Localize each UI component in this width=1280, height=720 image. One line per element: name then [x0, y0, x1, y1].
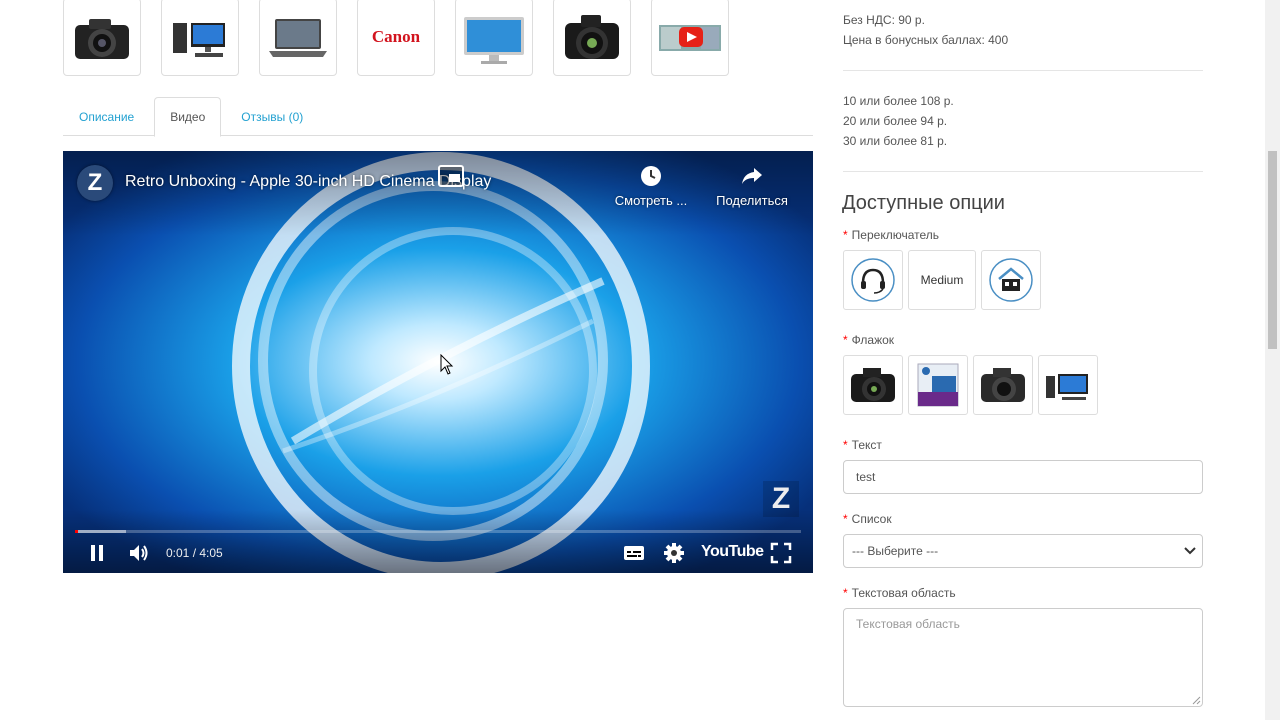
canon-logo: Canon	[371, 27, 421, 46]
desktop-computer-icon	[173, 23, 225, 57]
progress-played	[75, 530, 78, 533]
clock-icon	[641, 166, 661, 186]
page-scrollbar[interactable]	[1265, 0, 1280, 720]
desktop-computer-icon	[1046, 374, 1088, 400]
radio-option-medium[interactable]: Medium	[908, 250, 976, 310]
headset-icon	[851, 258, 895, 302]
volume-icon[interactable]	[127, 541, 151, 565]
textarea-label-text: Текстовая область	[851, 586, 956, 600]
laptop-icon	[269, 19, 327, 57]
discount-30: 30 или более 81 р.	[843, 134, 948, 148]
monitor-icon	[464, 17, 524, 64]
camera-icon	[851, 368, 895, 402]
checkbox-label-text: Флажок	[851, 333, 895, 347]
tab-reviews[interactable]: Отзывы (0)	[225, 97, 319, 136]
discount-10: 10 или более 108 р.	[843, 94, 954, 108]
select-label-text: Список	[851, 512, 892, 526]
subtitles-icon[interactable]	[622, 541, 646, 565]
thumbnail-desktop[interactable]	[161, 0, 239, 76]
list-select[interactable]: --- Выберите ---	[843, 534, 1203, 568]
textarea-field[interactable]: Текстовая область	[843, 608, 1203, 707]
discount-20: 20 или более 94 р.	[843, 114, 948, 128]
settings-gear-icon[interactable]	[662, 541, 686, 565]
channel-avatar[interactable]: Z	[77, 165, 113, 201]
price-bonus: Цена в бонусных баллах: 400	[843, 33, 1009, 47]
thumbnail-laptop[interactable]	[259, 0, 337, 76]
quantity-discounts: 10 или более 108 р. 20 или более 94 р. 3…	[843, 91, 1203, 151]
text-label: * Текст	[843, 438, 882, 452]
select-value: --- Выберите ---	[852, 544, 939, 558]
checkbox-options	[843, 355, 1098, 415]
divider	[843, 70, 1203, 71]
thumbnail-monitor[interactable]	[455, 0, 533, 76]
text-label-text: Текст	[851, 438, 882, 452]
radio-label: * Переключатель	[843, 228, 939, 242]
thumbnail-camera-pro[interactable]	[553, 0, 631, 76]
youtube-logo[interactable]: YouTube	[701, 543, 764, 561]
camera-icon	[981, 368, 1025, 402]
checkbox-option-camera[interactable]	[843, 355, 903, 415]
tab-video[interactable]: Видео	[154, 97, 222, 137]
hp-box-icon	[917, 363, 959, 407]
tab-description[interactable]: Описание	[63, 97, 150, 136]
text-input[interactable]: test	[843, 460, 1203, 494]
divider	[843, 171, 1203, 172]
watch-later-button[interactable]: Смотреть ...	[611, 165, 691, 208]
checkbox-option-desktop[interactable]	[1038, 355, 1098, 415]
camera-icon	[75, 19, 129, 59]
radio-option-headset[interactable]	[843, 250, 903, 310]
select-label: * Список	[843, 512, 892, 526]
mouse-cursor-icon	[440, 354, 454, 375]
share-button[interactable]: Поделиться	[711, 165, 793, 208]
share-icon	[742, 168, 762, 184]
resize-handle-icon[interactable]	[1191, 695, 1201, 705]
checkbox-label: * Флажок	[843, 333, 894, 347]
radio-label-text: Переключатель	[851, 228, 939, 242]
youtube-play-icon	[659, 25, 721, 51]
radio-option-home[interactable]	[981, 250, 1041, 310]
channel-watermark[interactable]: Z	[763, 481, 799, 517]
share-label: Поделиться	[716, 193, 788, 208]
required-mark: *	[843, 512, 848, 526]
thumbnail-camera[interactable]	[63, 0, 141, 76]
watch-later-label: Смотреть ...	[614, 193, 688, 208]
required-mark: *	[843, 333, 848, 347]
video-controls: 0:01 / 4:05 YouTube	[63, 536, 813, 572]
checkbox-option-camera-2[interactable]	[973, 355, 1033, 415]
chevron-down-icon	[1184, 547, 1196, 555]
textarea-label: * Текстовая область	[843, 586, 956, 600]
options-title: Доступные опции	[842, 192, 1005, 214]
price-no-vat: Без НДС: 90 р.	[843, 13, 925, 27]
required-mark: *	[843, 228, 848, 242]
video-time: 0:01 / 4:05	[166, 546, 223, 560]
required-mark: *	[843, 438, 848, 452]
home-icon	[989, 258, 1033, 302]
thumbnail-canon[interactable]: Canon	[357, 0, 435, 76]
video-player[interactable]: Z Retro Unboxing - Apple 30-inch HD Cine…	[63, 151, 813, 573]
thumbnail-youtube[interactable]	[651, 0, 729, 76]
pause-icon[interactable]	[85, 541, 109, 565]
video-frame	[63, 151, 813, 573]
checkbox-option-hp-box[interactable]	[908, 355, 968, 415]
scrollbar-thumb[interactable]	[1268, 151, 1277, 349]
progress-buffered	[75, 530, 126, 533]
product-info: Без НДС: 90 р. Цена в бонусных баллах: 4…	[843, 10, 1203, 50]
textarea-placeholder: Текстовая область	[856, 617, 960, 631]
required-mark: *	[843, 586, 848, 600]
product-tabs: Описание Видео Отзывы (0)	[63, 97, 813, 137]
camera-pro-icon	[565, 15, 619, 59]
fullscreen-icon[interactable]	[769, 541, 793, 565]
radio-options: Medium	[843, 250, 1041, 310]
video-progress-bar[interactable]	[75, 530, 801, 533]
thumbnail-strip: Canon	[63, 0, 729, 76]
picture-in-picture-icon[interactable]	[437, 164, 465, 188]
